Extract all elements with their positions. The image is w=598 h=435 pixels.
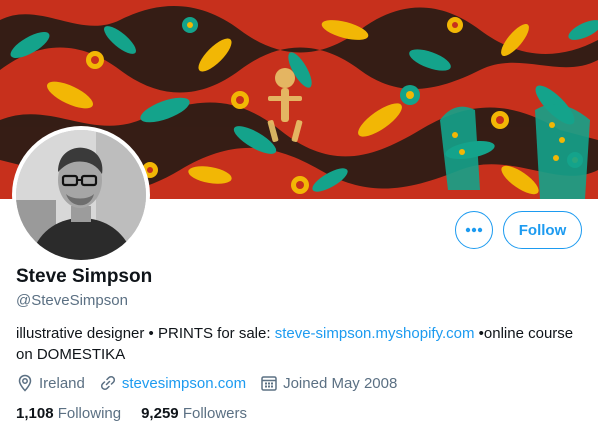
location-text: Ireland xyxy=(39,374,85,392)
followers-count: 9,259 xyxy=(141,405,179,422)
followers-stat[interactable]: 9,259 Followers xyxy=(141,405,247,422)
profile-meta: Ireland stevesimpson.com Joined May 2008 xyxy=(16,373,411,393)
avatar[interactable] xyxy=(16,130,146,260)
follow-button-label: Follow xyxy=(518,221,567,239)
follow-button[interactable]: Follow xyxy=(503,211,582,249)
link-icon xyxy=(99,374,117,392)
followers-label: Followers xyxy=(182,405,247,422)
website-item: stevesimpson.com xyxy=(99,374,246,392)
bio-shop-link[interactable]: steve-simpson.myshopify.com xyxy=(275,325,475,342)
location-item: Ireland xyxy=(16,374,85,392)
website-link[interactable]: stevesimpson.com xyxy=(122,375,246,392)
following-count: 1,108 xyxy=(16,405,54,422)
avatar-frame[interactable] xyxy=(12,126,150,264)
joined-item: Joined May 2008 xyxy=(260,374,397,392)
more-options-button[interactable] xyxy=(455,211,493,249)
following-label: Following xyxy=(57,405,122,422)
follow-stats: 1,108 Following 9,259 Followers xyxy=(16,405,267,422)
following-stat[interactable]: 1,108 Following xyxy=(16,405,121,422)
profile-handle: @SteveSimpson xyxy=(16,292,128,309)
bio-text: illustrative designer • PRINTS for sale: xyxy=(16,325,275,342)
avatar-photo-image xyxy=(16,130,146,260)
joined-text: Joined May 2008 xyxy=(283,374,398,392)
profile-bio: illustrative designer • PRINTS for sale:… xyxy=(16,323,586,365)
calendar-icon xyxy=(260,374,278,392)
more-horizontal-icon xyxy=(465,227,483,233)
location-pin-icon xyxy=(16,374,34,392)
profile-name: Steve Simpson xyxy=(16,266,153,287)
